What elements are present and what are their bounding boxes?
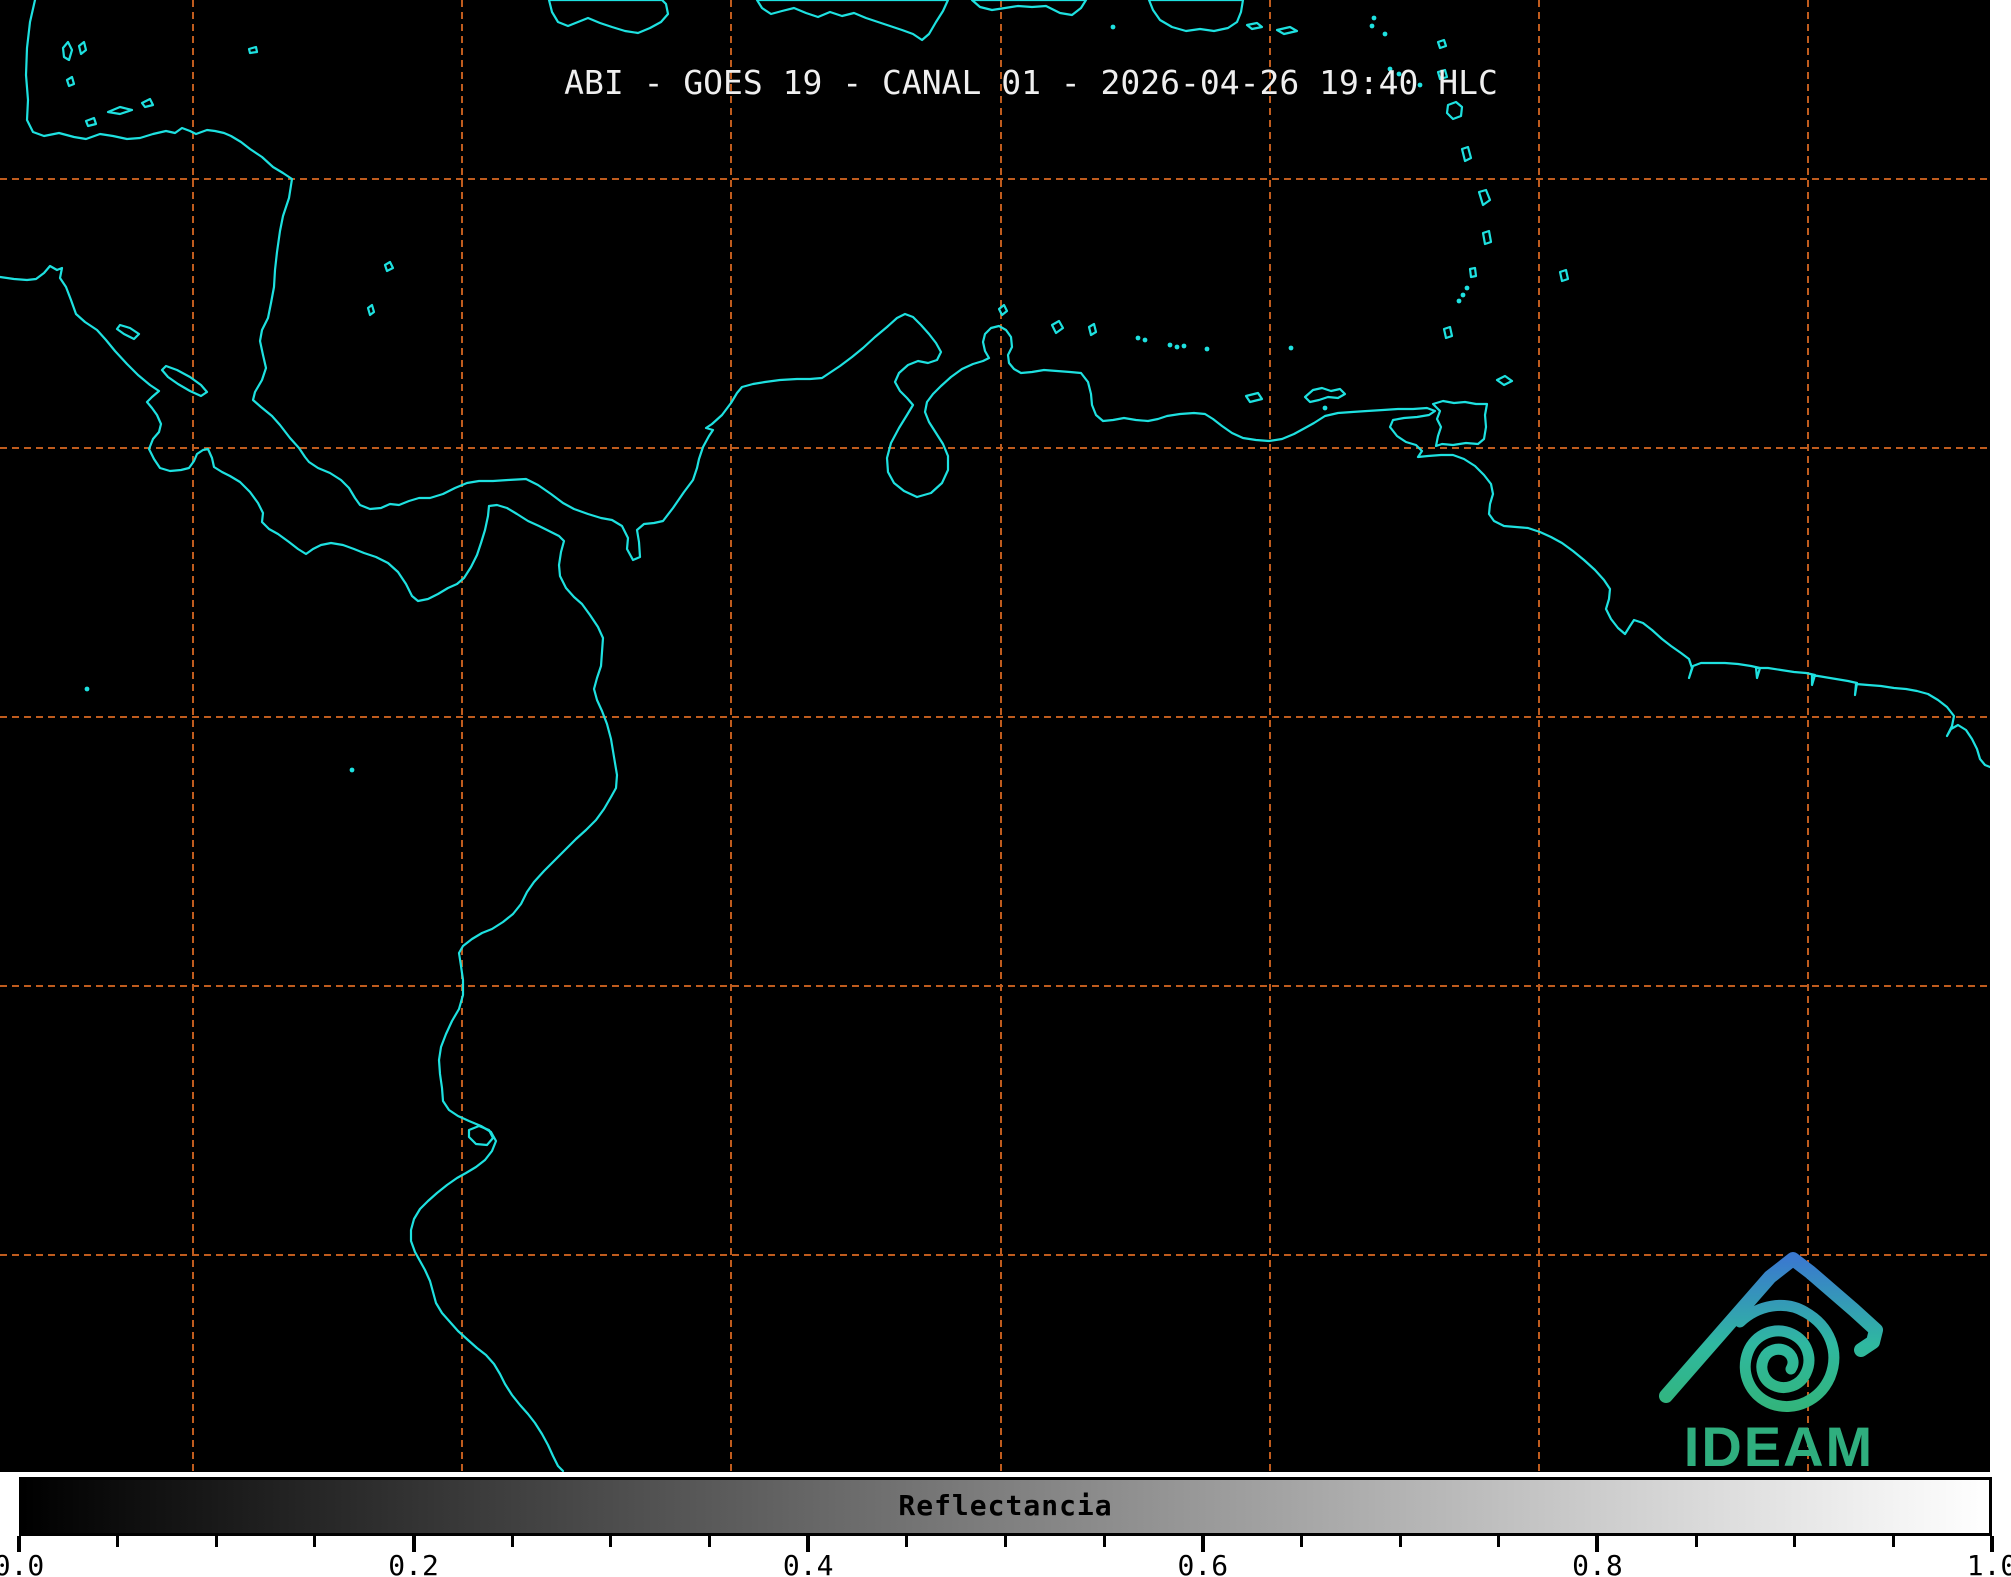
colorbar-minor-tick bbox=[1299, 1536, 1303, 1547]
island-outline bbox=[65, 75, 76, 88]
colorbar-minor-tick bbox=[313, 1536, 317, 1547]
island-outline bbox=[970, 0, 1088, 17]
island-outline bbox=[1477, 188, 1492, 207]
satellite-map: IDEAM bbox=[0, 0, 1990, 1472]
island-outline bbox=[755, 0, 950, 42]
island-outline bbox=[106, 105, 134, 116]
islet-dot bbox=[1181, 343, 1187, 349]
colorbar-minor-tick bbox=[1398, 1536, 1402, 1547]
island-outline bbox=[383, 260, 395, 273]
island-outline bbox=[1558, 268, 1570, 283]
island-outline bbox=[1303, 386, 1347, 404]
islet-dot bbox=[1174, 344, 1180, 350]
island-outline bbox=[115, 323, 141, 341]
colorbar-major-tick bbox=[806, 1536, 811, 1552]
colorbar: Reflectancia bbox=[19, 1477, 1992, 1536]
islet-dot bbox=[1110, 24, 1116, 30]
island-outline bbox=[1442, 325, 1454, 340]
colorbar-minor-tick bbox=[214, 1536, 218, 1547]
colorbar-minor-tick bbox=[905, 1536, 909, 1547]
island-outline bbox=[1275, 25, 1299, 36]
island-outline bbox=[160, 364, 209, 398]
island-outline bbox=[1431, 399, 1489, 448]
island-outline bbox=[247, 45, 259, 55]
colorbar-tick-label: 0.4 bbox=[782, 1549, 834, 1577]
colorbar-tick-label: 1.0 bbox=[1966, 1549, 2011, 1577]
island-outline bbox=[84, 116, 98, 128]
islet-dot bbox=[1460, 292, 1466, 298]
island-outline bbox=[1495, 374, 1514, 387]
islet-dot bbox=[1288, 345, 1294, 351]
island-outline bbox=[61, 40, 74, 62]
colorbar-minor-tick bbox=[1102, 1536, 1106, 1547]
island-outline bbox=[140, 97, 155, 109]
colorbar-major-tick bbox=[411, 1536, 416, 1552]
islet-dot bbox=[1204, 346, 1210, 352]
map-canvas: IDEAM bbox=[0, 0, 1990, 1472]
figure-background: IDEAM ABI - GOES 19 - CANAL 01 - 2026-04… bbox=[0, 0, 2011, 1577]
colorbar-major-tick bbox=[1595, 1536, 1600, 1552]
island-outline bbox=[1445, 100, 1464, 121]
island-outline bbox=[1050, 319, 1065, 335]
colorbar-minor-tick bbox=[1793, 1536, 1797, 1547]
colorbar-label: Reflectancia bbox=[898, 1488, 1113, 1522]
colorbar-tick-label: 0.0 bbox=[0, 1549, 45, 1577]
colorbar-tick-label: 0.6 bbox=[1177, 1549, 1229, 1577]
colorbar-major-tick bbox=[1200, 1536, 1205, 1552]
colorbar-minor-tick bbox=[1004, 1536, 1007, 1547]
island-outline bbox=[1468, 266, 1478, 279]
island-outline bbox=[1147, 0, 1245, 33]
islet-dot bbox=[1167, 342, 1173, 348]
island-outline bbox=[1244, 391, 1264, 404]
colorbar-minor-tick bbox=[1497, 1536, 1501, 1547]
island-outline bbox=[467, 1124, 495, 1147]
islet-dot bbox=[1382, 31, 1388, 37]
islet-dot bbox=[1464, 285, 1470, 291]
islet-dot bbox=[84, 686, 90, 692]
colorbar-tick-label: 0.2 bbox=[388, 1549, 439, 1577]
graticule bbox=[0, 0, 1990, 1472]
islet-dot bbox=[349, 767, 355, 773]
colorbar-major-tick bbox=[17, 1536, 21, 1552]
image-title: ABI - GOES 19 - CANAL 01 - 2026-04-26 19… bbox=[564, 63, 1498, 102]
islet-dot bbox=[1456, 298, 1462, 304]
colorbar-minor-tick bbox=[116, 1536, 120, 1547]
colorbar-minor-tick bbox=[609, 1536, 613, 1547]
island-outline bbox=[1245, 21, 1264, 31]
colorbar-minor-tick bbox=[1891, 1536, 1895, 1547]
islet-dot bbox=[1371, 15, 1377, 21]
islet-dot bbox=[1135, 335, 1141, 341]
ideam-logo: IDEAM bbox=[1659, 1252, 1883, 1472]
island-outline bbox=[1481, 229, 1493, 246]
islet-dot bbox=[1369, 23, 1375, 29]
colorbar-minor-tick bbox=[1694, 1536, 1698, 1547]
coastline bbox=[0, 264, 619, 1472]
colorbar-tick-label: 0.8 bbox=[1572, 1549, 1623, 1577]
ideam-logo-text: IDEAM bbox=[1684, 1415, 1874, 1472]
colorbar-minor-tick bbox=[708, 1536, 712, 1547]
coastline bbox=[24, 0, 1990, 769]
island-outline bbox=[1087, 322, 1098, 337]
island-outline bbox=[1436, 38, 1448, 50]
island-outline bbox=[1460, 145, 1473, 163]
island-outline bbox=[547, 0, 670, 35]
islet-dot bbox=[1322, 405, 1328, 411]
ideam-swirl-icon bbox=[1734, 1299, 1840, 1412]
colorbar-minor-tick bbox=[510, 1536, 514, 1547]
island-outline bbox=[366, 303, 376, 317]
island-outline bbox=[77, 40, 88, 56]
coastlines bbox=[0, 0, 1990, 1472]
colorbar-major-tick bbox=[1990, 1536, 1994, 1552]
islet-dot bbox=[1142, 337, 1148, 343]
